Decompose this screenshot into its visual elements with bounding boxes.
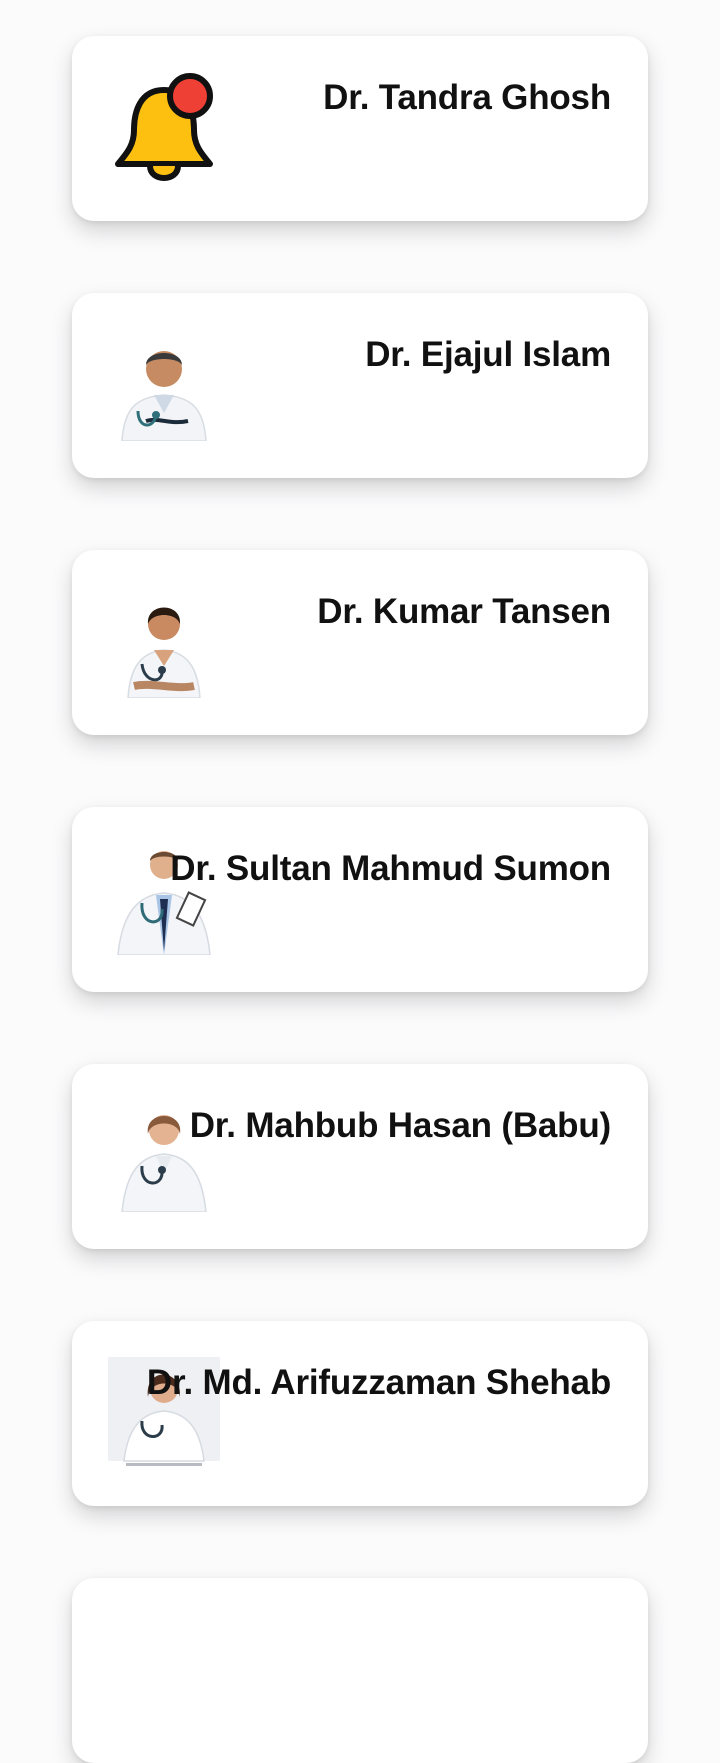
bell-notification-icon (115, 73, 213, 181)
doctor-card[interactable] (72, 1578, 648, 1763)
male-doctor-photo (108, 329, 220, 441)
doctor-card[interactable]: Dr. Sultan Mahmud Sumon (72, 807, 648, 992)
doctor-name: Dr. Tandra Ghosh (323, 78, 611, 117)
doctor-name: Dr. Mahbub Hasan (Babu) (189, 1106, 611, 1145)
doctor-list: Dr. Tandra Ghosh Dr. Ejajul Islam Dr. Ku (0, 0, 720, 1763)
doctor-card[interactable]: Dr. Tandra Ghosh (72, 36, 648, 221)
doctor-card[interactable]: Dr. Md. Arifuzzaman Shehab (72, 1321, 648, 1506)
doctor-card[interactable]: Dr. Kumar Tansen (72, 550, 648, 735)
female-doctor-photo (108, 586, 220, 698)
doctor-card[interactable]: Dr. Mahbub Hasan (Babu) (72, 1064, 648, 1249)
doctor-name: Dr. Md. Arifuzzaman Shehab (146, 1363, 611, 1402)
doctor-name: Dr. Kumar Tansen (317, 592, 611, 631)
doctor-name: Dr. Sultan Mahmud Sumon (170, 849, 611, 888)
doctor-name: Dr. Ejajul Islam (365, 335, 611, 374)
doctor-card[interactable]: Dr. Ejajul Islam (72, 293, 648, 478)
